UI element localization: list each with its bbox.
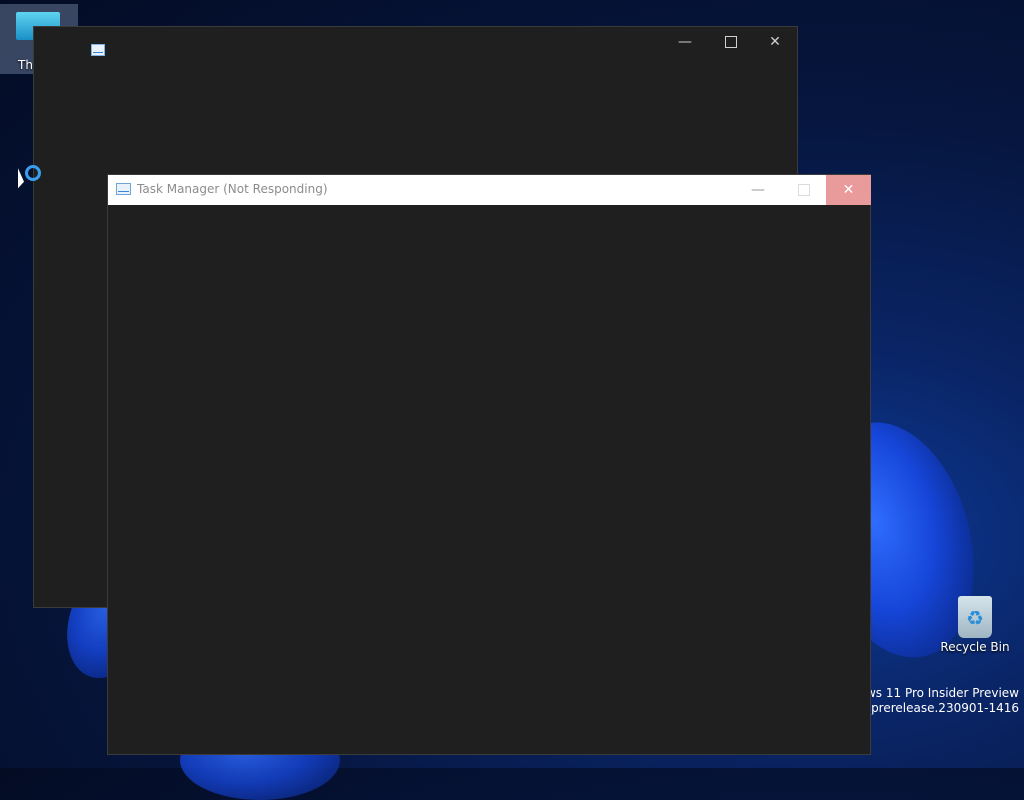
task-manager-icon [116,183,131,195]
busy-spinner-icon [25,165,41,181]
recycle-bin-desktop-icon[interactable]: ♻ Recycle Bin [940,596,1010,654]
window-title: Task Manager (Not Responding) [137,182,328,196]
desktop-icon-label: Recycle Bin [940,640,1010,654]
mouse-pointer-icon [18,168,24,192]
desktop-icon-label: Th [18,58,33,72]
task-manager-window[interactable]: Task Manager (Not Responding) — ✕ [107,174,871,755]
title-bar[interactable]: Task Manager (Not Responding) — ✕ [108,175,871,205]
task-manager-icon [91,44,105,56]
minimize-button[interactable]: — [662,27,708,57]
maximize-icon [798,184,810,196]
maximize-button[interactable] [708,27,754,57]
close-button[interactable]: ✕ [826,175,871,205]
maximize-icon [725,36,737,48]
recycle-bin-icon: ♻ [958,596,992,638]
close-button[interactable]: ✕ [752,27,798,57]
minimize-button[interactable]: — [735,175,781,205]
maximize-button[interactable] [781,175,827,205]
